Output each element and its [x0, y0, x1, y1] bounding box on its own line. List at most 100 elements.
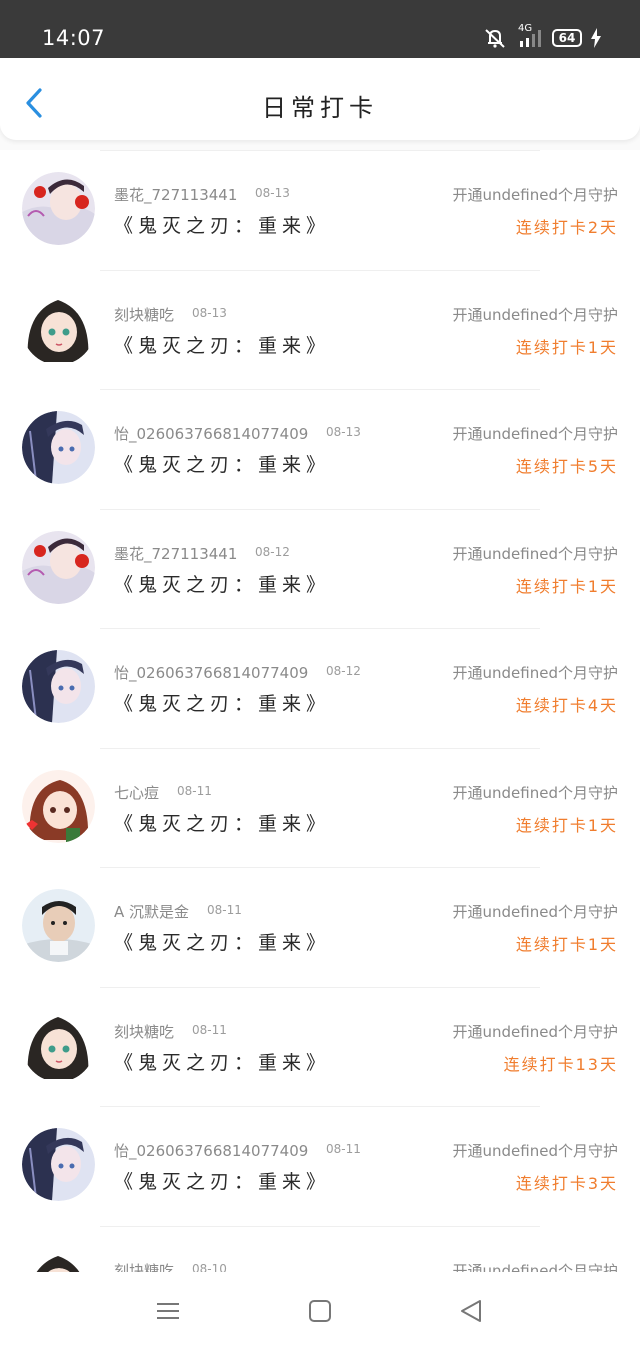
book-title: 《鬼灭之刃：重来》	[114, 932, 331, 954]
girl-red-icon	[22, 530, 95, 604]
checkin-date: 08-12	[326, 664, 361, 678]
checkin-row[interactable]: 七心痘 08-11 《鬼灭之刃：重来》 开通undefined个月守护连续打卡1天	[0, 747, 640, 867]
guard-status: 开通undefined个月守护	[452, 1142, 618, 1160]
girl-dark-hair-icon	[22, 1247, 95, 1272]
signal-icon: 4G	[516, 23, 544, 49]
checkin-date: 08-12	[255, 544, 290, 559]
status-bar: 14:07 4G 64	[0, 0, 640, 58]
menu-icon	[157, 1303, 179, 1319]
row-divider	[100, 508, 540, 510]
checkin-list[interactable]: 墨花_727113441 08-13 《鬼灭之刃：重来》 开通undefined个月守…	[0, 150, 640, 1272]
status-time: 14:07	[42, 26, 106, 50]
checkin-date: 08-11	[192, 1022, 227, 1037]
user-name[interactable]: 墨花_727113441	[114, 543, 237, 564]
streak-count: 连续打卡13天	[503, 1054, 618, 1074]
page-header: 日常打卡	[0, 58, 640, 140]
avatar[interactable]	[22, 1008, 95, 1082]
checkin-row[interactable]: 怡_026063766814077409 08-13 《鬼灭之刃：重来》 开通unde…	[0, 389, 640, 508]
avatar[interactable]	[22, 530, 95, 604]
guard-status: 开通undefined个月守护	[452, 1022, 618, 1041]
girl-red-icon	[22, 172, 95, 245]
row-divider	[100, 1106, 540, 1107]
guard-status: 开通undefined个月守护	[452, 1261, 618, 1273]
avatar[interactable]	[22, 1128, 95, 1201]
girl-brown-icon	[22, 769, 95, 843]
row-divider	[100, 150, 540, 151]
book-title: 《鬼灭之刃：重来》	[114, 573, 331, 596]
girl-blue-icon	[22, 411, 95, 484]
checkin-date: 08-11	[177, 783, 212, 798]
user-name[interactable]: A 沉默是金	[114, 901, 189, 922]
user-name[interactable]: 刻块糖吃	[114, 1021, 174, 1042]
row-divider	[100, 1225, 540, 1227]
avatar[interactable]	[22, 291, 95, 365]
streak-count: 连续打卡3天	[515, 1174, 618, 1193]
book-title: 《鬼灭之刃：重来》	[114, 454, 331, 476]
row-divider	[100, 747, 540, 749]
checkin-row[interactable]: 刻块糖吃 08-13 《鬼灭之刃：重来》 开通undefined个月守护连续打卡1天	[0, 269, 640, 389]
checkin-row[interactable]: 怡_026063766814077409 08-12 《鬼灭之刃：重来》 开通unde…	[0, 628, 640, 747]
book-title: 《鬼灭之刃：重来》	[114, 1051, 331, 1074]
checkin-date: 08-11	[326, 1142, 361, 1156]
row-divider	[100, 269, 540, 271]
mute-bell-icon	[485, 29, 505, 48]
guard-status: 开通undefined个月守护	[452, 425, 618, 443]
page-title: 日常打卡	[262, 94, 378, 122]
user-name[interactable]: 怡_026063766814077409	[114, 662, 308, 683]
book-title: 《鬼灭之刃：重来》	[114, 334, 331, 357]
user-name[interactable]: 刻块糖吃	[114, 1260, 174, 1273]
streak-count: 连续打卡5天	[515, 457, 618, 476]
guard-status: 开通undefined个月守护	[452, 544, 618, 563]
streak-count: 连续打卡1天	[515, 935, 618, 954]
avatar[interactable]	[22, 411, 95, 484]
checkin-row[interactable]: 墨花_727113441 08-13 《鬼灭之刃：重来》 开通undefined个月守…	[0, 150, 640, 269]
streak-count: 连续打卡1天	[515, 815, 618, 835]
book-title: 《鬼灭之刃：重来》	[114, 812, 331, 835]
girl-dark-hair-icon	[22, 291, 95, 365]
avatar[interactable]	[22, 650, 95, 723]
nav-back-button[interactable]	[458, 1298, 486, 1326]
row-divider	[100, 986, 540, 988]
user-name[interactable]: 怡_026063766814077409	[114, 1140, 308, 1161]
streak-count: 连续打卡2天	[515, 218, 618, 237]
girl-blue-icon	[22, 650, 95, 723]
row-divider	[100, 867, 540, 868]
checkin-date: 08-10	[192, 1261, 227, 1273]
book-title: 《鬼灭之刃：重来》	[114, 693, 331, 715]
menu-button[interactable]	[155, 1298, 183, 1326]
checkin-row[interactable]: 怡_026063766814077409 08-11 《鬼灭之刃：重来》 开通unde…	[0, 1106, 640, 1225]
checkin-date: 08-13	[255, 186, 290, 200]
streak-count: 连续打卡1天	[515, 337, 618, 357]
checkin-row[interactable]: A 沉默是金 08-11 《鬼灭之刃：重来》 开通undefined个月守护 连续打卡1…	[0, 867, 640, 986]
guard-status: 开通undefined个月守护	[452, 783, 618, 802]
home-square-icon	[309, 1300, 331, 1322]
checkin-row[interactable]: 刻块糖吃 08-10 开通undefined个月守护	[0, 1225, 640, 1273]
system-nav-bar	[0, 1272, 640, 1351]
home-button[interactable]	[306, 1298, 334, 1326]
checkin-row[interactable]: 墨花_727113441 08-12 《鬼灭之刃：重来》 开通undefined个月守…	[0, 508, 640, 628]
avatar[interactable]	[22, 889, 95, 962]
user-name[interactable]: 刻块糖吃	[114, 304, 174, 325]
streak-count: 连续打卡4天	[515, 696, 618, 715]
row-divider	[100, 628, 540, 629]
boy-photo-icon	[22, 889, 95, 962]
back-triangle-icon	[461, 1300, 481, 1322]
checkin-row[interactable]: 刻块糖吃 08-11 《鬼灭之刃：重来》 开通undefined个月守护连续打卡13天	[0, 986, 640, 1106]
checkin-date: 08-13	[326, 425, 361, 439]
avatar[interactable]	[22, 172, 95, 245]
checkin-date: 08-13	[192, 305, 227, 320]
charging-icon	[591, 28, 601, 48]
book-title: 《鬼灭之刃：重来》	[114, 1171, 331, 1193]
user-name[interactable]: 七心痘	[114, 782, 159, 803]
row-divider	[100, 389, 540, 390]
checkin-date: 08-11	[207, 903, 242, 917]
guard-status: 开通undefined个月守护	[452, 186, 618, 204]
girl-dark-hair-icon	[22, 1008, 95, 1082]
user-name[interactable]: 怡_026063766814077409	[114, 423, 308, 444]
guard-status: 开通undefined个月守护	[452, 305, 618, 324]
status-icons: 4G 64	[482, 23, 602, 50]
guard-status: 开通undefined个月守护	[452, 664, 618, 682]
avatar[interactable]	[22, 1247, 95, 1272]
avatar[interactable]	[22, 769, 95, 843]
user-name[interactable]: 墨花_727113441	[114, 184, 237, 205]
